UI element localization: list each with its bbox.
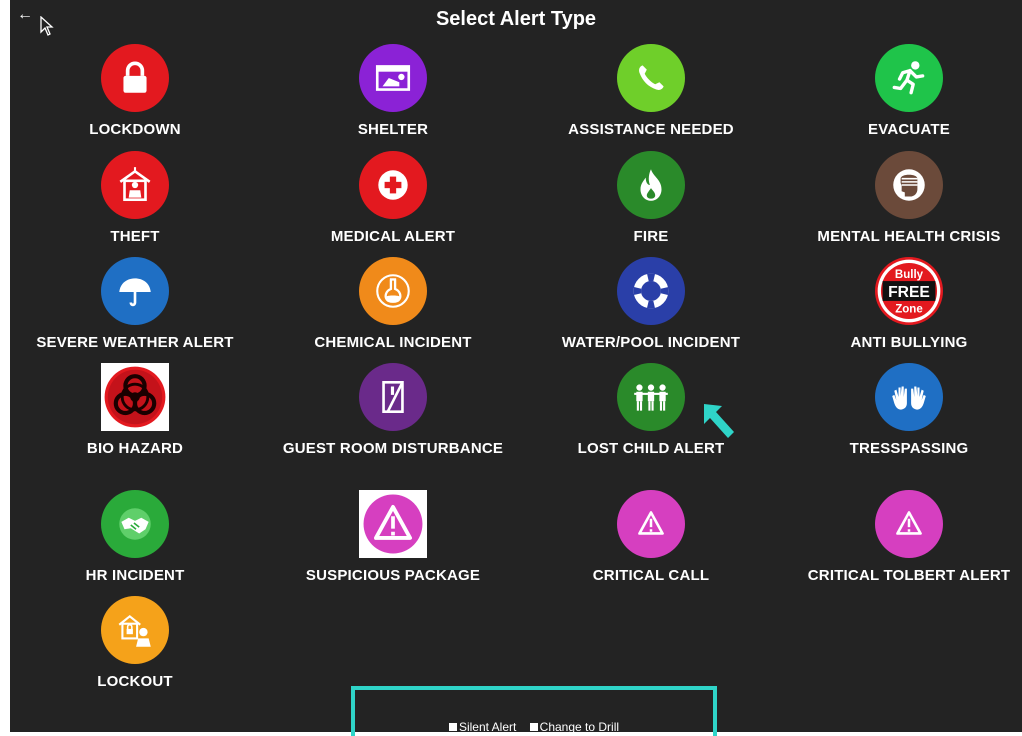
alert-tresspassing[interactable]: TRESSPASSING: [784, 363, 1022, 463]
alert-evacuate[interactable]: EVACUATE: [784, 44, 1022, 144]
alert-label: CRITICAL TOLBERT ALERT: [807, 567, 1011, 584]
alert-lockdown[interactable]: LOCKDOWN: [10, 44, 260, 144]
phone-icon: [617, 44, 685, 112]
alert-label: SEVERE WEATHER ALERT: [36, 334, 234, 351]
alert-label: CRITICAL CALL: [592, 567, 710, 584]
alert-critical-tolbert[interactable]: CRITICAL TOLBERT ALERT: [784, 490, 1022, 590]
alert-label: GUEST ROOM DISTURBANCE: [282, 440, 504, 457]
life-ring-icon: [617, 257, 685, 325]
badge-line-2: FREE: [888, 284, 930, 301]
alert-medical-alert[interactable]: MEDICAL ALERT: [268, 151, 518, 251]
alert-label: ANTI BULLYING: [850, 334, 968, 351]
head-bandage-icon: [875, 151, 943, 219]
checkbox-icon: [448, 722, 457, 731]
alert-guest-room-disturbance[interactable]: GUEST ROOM DISTURBANCE: [268, 363, 518, 463]
badge-line-1: Bully: [895, 269, 924, 281]
flame-icon: [617, 151, 685, 219]
biohazard-icon: [101, 363, 169, 431]
alert-hr-incident[interactable]: HR INCIDENT: [10, 490, 260, 590]
alert-label: THEFT: [110, 228, 160, 245]
alert-chemical-incident[interactable]: CHEMICAL INCIDENT: [268, 257, 518, 357]
alert-options-panel: Silent Alert Change to Drill: [351, 686, 717, 736]
alert-severe-weather[interactable]: SEVERE WEATHER ALERT: [10, 257, 260, 357]
alert-label: ASSISTANCE NEEDED: [568, 121, 734, 138]
warning-triangle-icon: [875, 490, 943, 558]
alert-fire[interactable]: FIRE: [526, 151, 776, 251]
checkbox-icon: [529, 722, 538, 731]
warning-triangle-icon: [617, 490, 685, 558]
medical-cross-icon: [359, 151, 427, 219]
alert-label: LOCKOUT: [97, 673, 173, 690]
alert-assistance-needed[interactable]: ASSISTANCE NEEDED: [526, 44, 776, 144]
arrow-up-left-icon: [704, 404, 734, 438]
handshake-icon: [101, 490, 169, 558]
running-person-icon: [875, 44, 943, 112]
alert-label: BIO HAZARD: [86, 440, 184, 457]
alert-label: TRESSPASSING: [849, 440, 969, 457]
alert-screen: ← Select Alert Type LOCKDOWN SHELTER ASS…: [10, 0, 1022, 736]
shelter-icon: [359, 44, 427, 112]
alert-label: HR INCIDENT: [85, 567, 185, 584]
alert-label: LOCKDOWN: [89, 121, 181, 138]
bully-free-zone-icon: Bully FREE Zone: [875, 257, 943, 325]
burglar-house-icon: [101, 151, 169, 219]
alert-label: WATER/POOL INCIDENT: [561, 334, 741, 351]
alert-lockout[interactable]: LOCKOUT: [10, 596, 260, 696]
alert-label: MENTAL HEALTH CRISIS: [817, 228, 1001, 245]
alert-anti-bullying[interactable]: Bully FREE Zone ANTI BULLYING: [784, 257, 1022, 357]
alert-water-pool-incident[interactable]: WATER/POOL INCIDENT: [526, 257, 776, 357]
raised-hands-icon: [875, 363, 943, 431]
page-title: Select Alert Type: [435, 8, 597, 30]
flask-icon: [359, 257, 427, 325]
alert-label: SUSPICIOUS PACKAGE: [305, 567, 481, 584]
header: ← Select Alert Type: [10, 0, 1022, 40]
padlock-icon: [101, 44, 169, 112]
alert-label: SHELTER: [357, 121, 429, 138]
alert-label: EVACUATE: [868, 121, 950, 138]
children-group-icon: [617, 363, 685, 431]
alert-label: MEDICAL ALERT: [330, 228, 456, 245]
alert-shelter[interactable]: SHELTER: [268, 44, 518, 144]
alert-suspicious-package[interactable]: SUSPICIOUS PACKAGE: [268, 490, 518, 590]
door-icon: [359, 363, 427, 431]
alert-label: FIRE: [633, 228, 669, 245]
alert-mental-health-crisis[interactable]: MENTAL HEALTH CRISIS: [784, 151, 1022, 251]
alert-label: LOST CHILD ALERT: [577, 440, 725, 457]
umbrella-icon: [101, 257, 169, 325]
badge-line-3: Zone: [895, 303, 923, 315]
alert-label: CHEMICAL INCIDENT: [314, 334, 472, 351]
warning-triangle-icon: [359, 490, 427, 558]
alert-theft[interactable]: THEFT: [10, 151, 260, 251]
lockout-icon: [101, 596, 169, 664]
alert-bio-hazard[interactable]: BIO HAZARD: [10, 363, 260, 463]
alert-critical-call[interactable]: CRITICAL CALL: [526, 490, 776, 590]
